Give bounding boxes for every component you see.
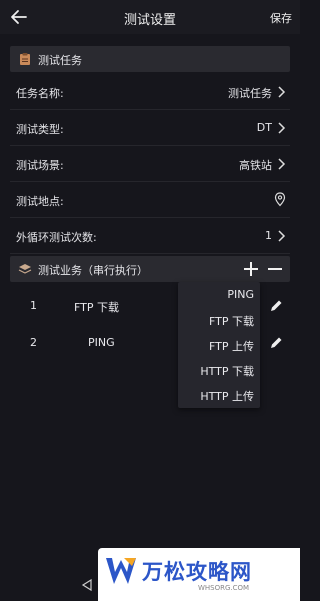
- task-name-value: 测试任务: [228, 87, 272, 100]
- test-type-row[interactable]: 测试类型: DT: [10, 110, 290, 146]
- test-type-value: DT: [256, 121, 272, 134]
- task-name-row[interactable]: 任务名称: 测试任务: [10, 74, 290, 110]
- add-business-dropdown: PING FTP 下载 FTP 上传 HTTP 下载 HTTP 上传: [178, 282, 260, 408]
- test-scene-label: 测试场景:: [16, 159, 64, 172]
- dropdown-option-ping[interactable]: PING: [227, 288, 254, 301]
- dropdown-option-http-upload[interactable]: HTTP 上传: [200, 388, 254, 404]
- chevron-right-icon: [278, 122, 286, 134]
- dropdown-option-ftp-download[interactable]: FTP 下载: [209, 313, 254, 329]
- layers-icon: [18, 264, 32, 274]
- w-logo-icon: [106, 558, 136, 584]
- outer-loop-count-value: 1: [265, 229, 272, 242]
- pencil-icon[interactable]: [268, 335, 284, 351]
- top-bar: 测试设置 保存: [0, 0, 300, 34]
- test-scene-row[interactable]: 测试场景: 高铁站: [10, 146, 290, 182]
- page-title: 测试设置: [123, 13, 176, 28]
- chevron-right-icon: [278, 158, 286, 170]
- dropdown-option-http-download[interactable]: HTTP 下载: [200, 363, 254, 379]
- test-location-row[interactable]: 测试地点:: [10, 182, 290, 218]
- test-task-section-header: 测试任务: [10, 46, 290, 72]
- task-number: 2: [30, 336, 37, 349]
- minus-icon[interactable]: [266, 260, 284, 278]
- outer-loop-count-label: 外循环测试次数:: [16, 231, 97, 244]
- outer-loop-count-row[interactable]: 外循环测试次数: 1: [10, 218, 290, 254]
- task-number: 1: [30, 299, 37, 312]
- pencil-icon[interactable]: [268, 298, 284, 314]
- chevron-right-icon: [278, 86, 286, 98]
- plus-icon[interactable]: [242, 260, 260, 278]
- test-location-label: 测试地点:: [16, 195, 64, 208]
- chevron-right-icon: [278, 230, 286, 242]
- clipboard-icon: [20, 53, 30, 65]
- watermark-url: WHSORG.COM: [198, 584, 250, 592]
- nav-back-icon[interactable]: [80, 578, 94, 592]
- save-button[interactable]: 保存: [270, 10, 292, 26]
- test-scene-value: 高铁站: [239, 159, 272, 172]
- watermark-text: 万松攻略网: [142, 560, 252, 584]
- test-business-section-header: 测试业务（串行执行）: [10, 256, 290, 282]
- dropdown-option-ftp-upload[interactable]: FTP 上传: [209, 338, 254, 354]
- test-type-label: 测试类型:: [16, 123, 64, 136]
- task-name-label: 任务名称:: [16, 87, 64, 100]
- watermark-logo: 万松攻略网 WHSORG.COM: [98, 548, 300, 601]
- task-name: PING: [88, 336, 115, 349]
- test-business-section-title: 测试业务（串行执行）: [38, 264, 148, 277]
- task-name: FTP 下载: [74, 301, 119, 314]
- location-pin-icon[interactable]: [274, 192, 286, 207]
- test-task-section-title: 测试任务: [38, 54, 82, 67]
